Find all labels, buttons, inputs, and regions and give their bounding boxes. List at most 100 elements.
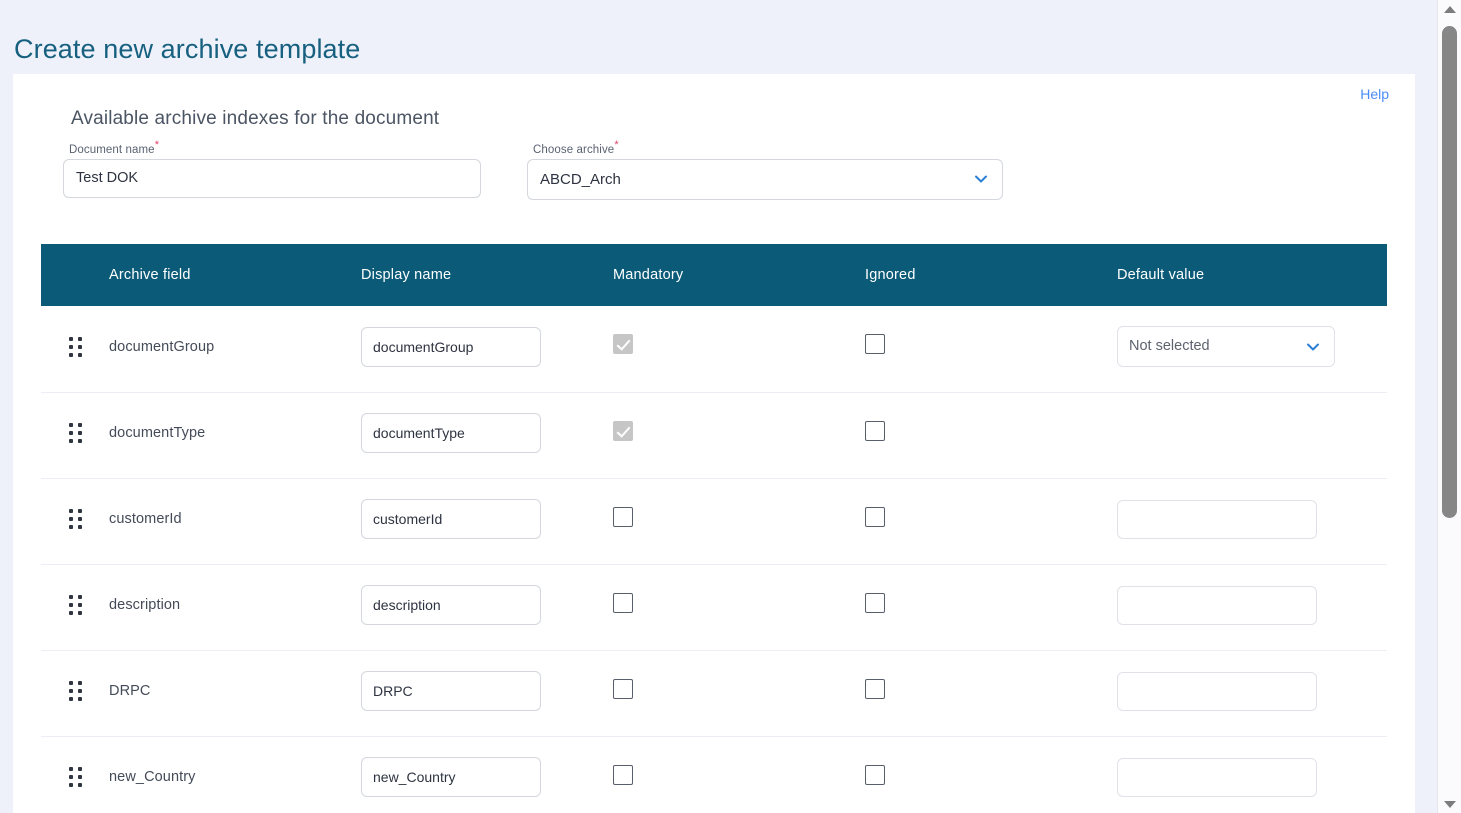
mandatory-checkbox [613,334,633,354]
scroll-up-arrow-icon[interactable] [1438,0,1461,18]
drag-handle-icon[interactable] [66,506,85,532]
drag-handle-icon[interactable] [66,592,85,618]
mandatory-cell [613,765,865,790]
mandatory-checkbox[interactable] [613,765,633,785]
default-value-select-wrap: Not selected [1117,326,1335,367]
table-row: documentGroup Not selected [41,306,1387,388]
mandatory-checkbox[interactable] [613,507,633,527]
display-name-input[interactable] [361,585,541,625]
document-name-label: Document name* [63,139,481,156]
choose-archive-label-text: Choose archive [533,144,614,156]
display-name-input[interactable] [361,671,541,711]
default-value-cell [1117,500,1387,539]
table-row: new_Country [41,736,1387,813]
display-name-input[interactable] [361,499,541,539]
default-value-cell: Not selected [1117,326,1387,367]
ignored-cell [865,593,1117,618]
drag-handle-icon[interactable] [66,420,85,446]
default-value-input[interactable] [1117,672,1317,711]
table-header-row: Archive field Display name Mandatory Ign… [41,244,1387,306]
choose-archive-select[interactable]: ABCD_Arch [527,159,1003,200]
choose-archive-label: Choose archive* [527,139,1003,156]
display-name-cell [361,327,613,367]
row-drag-handle-cell [41,764,109,790]
display-name-cell [361,499,613,539]
row-drag-handle-cell [41,334,109,360]
ignored-cell [865,334,1117,359]
header-default-value: Default value [1117,267,1387,283]
top-form-row: Document name* Choose archive* ABCD_Arch [63,139,1415,200]
ignored-checkbox[interactable] [865,507,885,527]
header-archive-field: Archive field [109,267,361,283]
archive-fields-table: Archive field Display name Mandatory Ign… [41,244,1387,813]
default-value-select[interactable]: Not selected [1117,326,1335,367]
scrollbar-thumb[interactable] [1442,26,1457,518]
row-drag-handle-cell [41,678,109,704]
ignored-checkbox[interactable] [865,421,885,441]
drag-handle-icon[interactable] [66,764,85,790]
mandatory-checkbox [613,421,633,441]
archive-field-name: description [109,597,361,613]
table-body: documentGroup Not selected documentType cus… [41,306,1387,813]
archive-field-name: new_Country [109,769,361,785]
display-name-cell [361,671,613,711]
help-link[interactable]: Help [1360,86,1389,102]
ignored-checkbox[interactable] [865,593,885,613]
display-name-cell [361,585,613,625]
archive-field-name: documentGroup [109,339,361,355]
default-value-cell [1117,672,1387,711]
ignored-cell [865,507,1117,532]
archive-field-name: DRPC [109,683,361,699]
header-ignored: Ignored [865,267,1117,283]
scroll-down-arrow-icon[interactable] [1438,795,1461,813]
display-name-input[interactable] [361,757,541,797]
drag-handle-icon[interactable] [66,678,85,704]
table-row: documentType [41,392,1387,474]
ignored-cell [865,421,1117,446]
row-drag-handle-cell [41,592,109,618]
vertical-scrollbar[interactable] [1437,0,1461,813]
ignored-cell [865,765,1117,790]
row-drag-handle-cell [41,420,109,446]
drag-handle-icon[interactable] [66,334,85,360]
default-value-input[interactable] [1117,758,1317,797]
choose-archive-field-group: Choose archive* ABCD_Arch [527,139,1003,200]
default-value-cell [1117,586,1387,625]
mandatory-checkbox[interactable] [613,679,633,699]
default-value-input[interactable] [1117,500,1317,539]
row-drag-handle-cell [41,506,109,532]
required-asterisk: * [614,139,618,151]
table-row: DRPC [41,650,1387,732]
mandatory-checkbox[interactable] [613,593,633,613]
display-name-cell [361,413,613,453]
document-name-field-group: Document name* [63,139,481,198]
help-row: Help [13,74,1415,104]
default-value-input[interactable] [1117,586,1317,625]
ignored-cell [865,679,1117,704]
display-name-input[interactable] [361,413,541,453]
header-display-name: Display name [361,267,613,283]
header-mandatory: Mandatory [613,267,865,283]
required-asterisk: * [155,139,159,151]
page-title: Create new archive template [0,0,1437,65]
mandatory-cell [613,334,865,359]
section-heading: Available archive indexes for the docume… [71,108,1415,130]
display-name-input[interactable] [361,327,541,367]
document-name-label-text: Document name [69,144,155,156]
mandatory-cell [613,679,865,704]
document-name-input[interactable] [63,159,481,198]
page-viewport: Create new archive template Help Availab… [0,0,1437,813]
table-row: customerId [41,478,1387,560]
default-value-cell [1117,758,1387,797]
display-name-cell [361,757,613,797]
archive-field-name: documentType [109,425,361,441]
table-row: description [41,564,1387,646]
ignored-checkbox[interactable] [865,679,885,699]
mandatory-cell [613,507,865,532]
mandatory-cell [613,593,865,618]
archive-field-name: customerId [109,511,361,527]
choose-archive-select-wrap: ABCD_Arch [527,159,1003,200]
ignored-checkbox[interactable] [865,334,885,354]
ignored-checkbox[interactable] [865,765,885,785]
mandatory-cell [613,421,865,446]
